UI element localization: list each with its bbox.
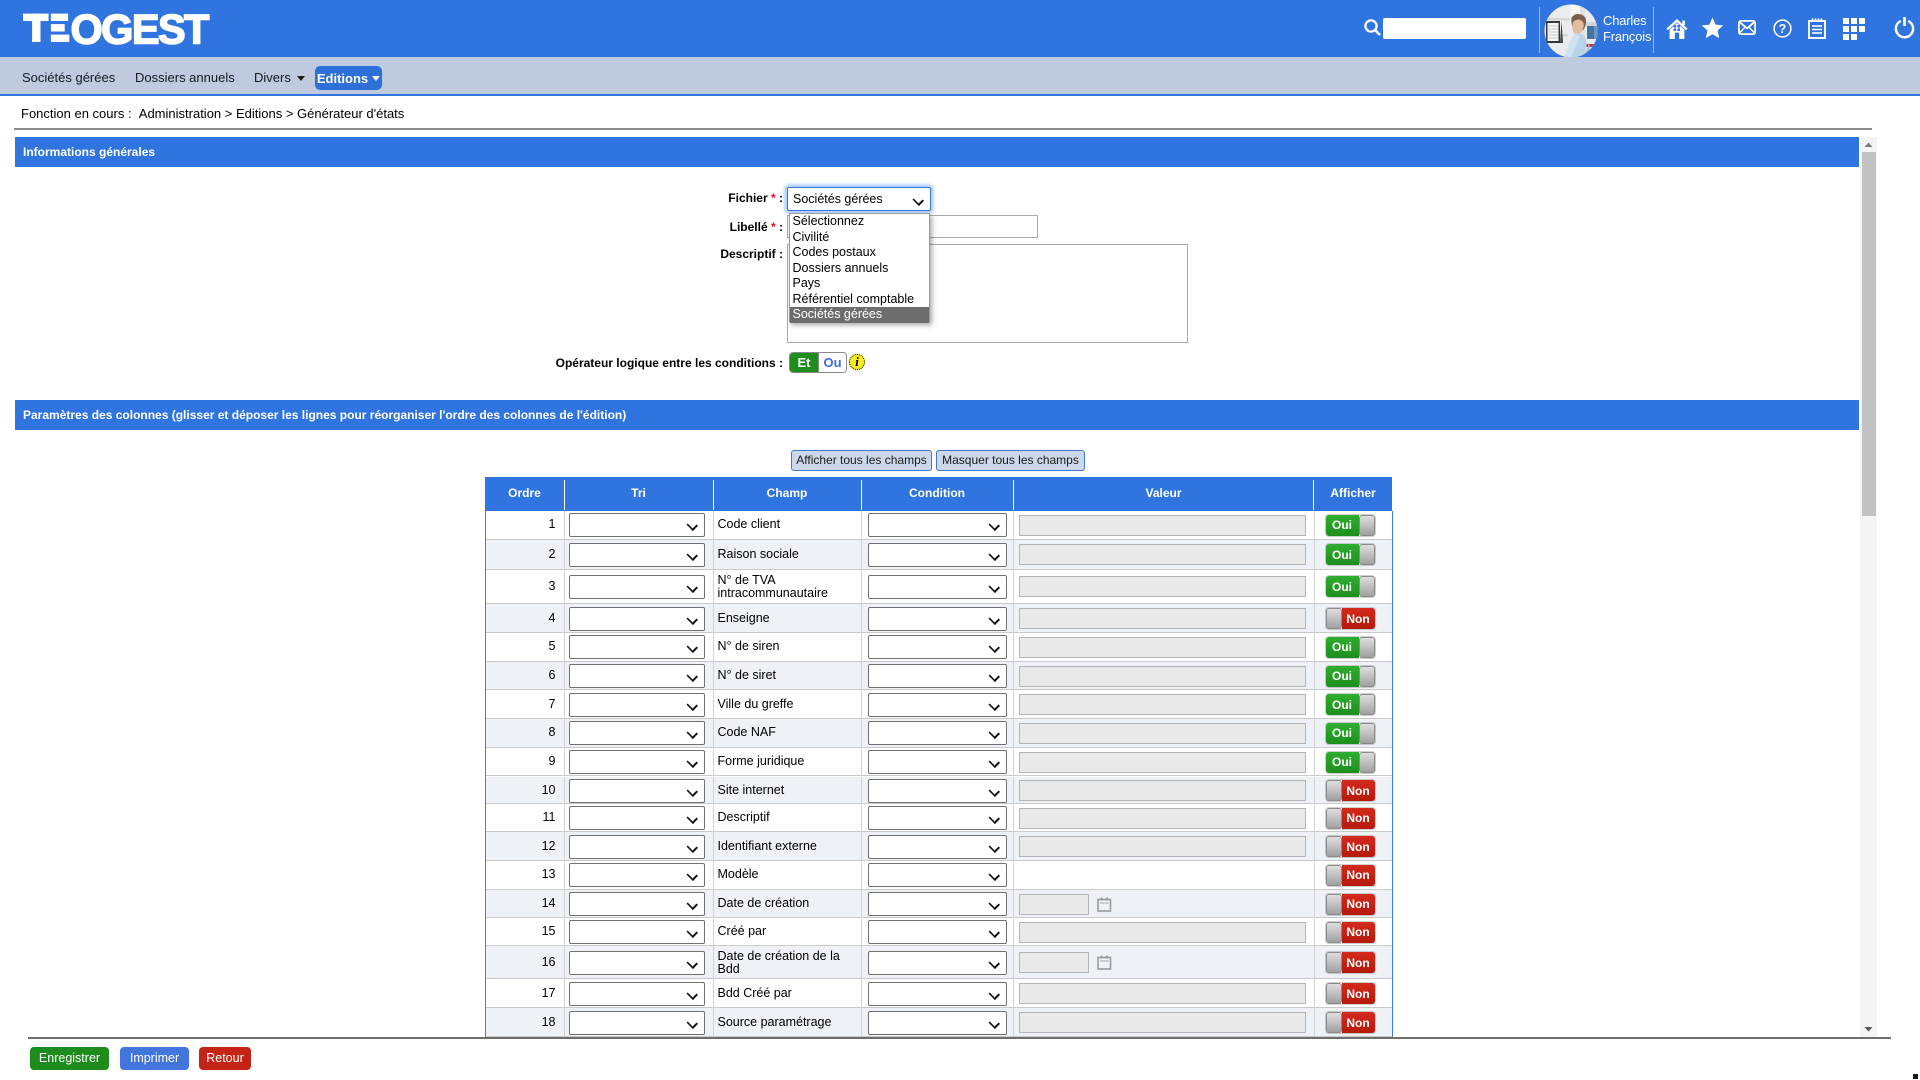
svg-text:OGEST: OGEST bbox=[71, 11, 210, 47]
svg-text:?: ? bbox=[1779, 22, 1787, 36]
